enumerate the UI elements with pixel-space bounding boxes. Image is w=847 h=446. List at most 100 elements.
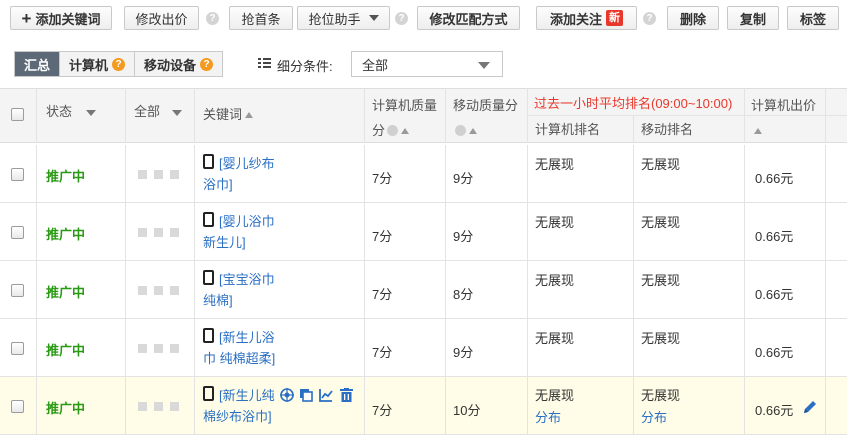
placeholder-square [138,344,147,353]
mobile-rank-distribution-link[interactable]: 分布 [641,407,667,426]
add-watch-label: 添加关注 [549,11,602,27]
help-icon[interactable] [387,125,399,136]
row-checkbox[interactable] [11,342,24,355]
sort-asc-icon [401,128,410,134]
bid-assistant-dropdown[interactable]: 抢位助手 [297,6,390,30]
grab-first-button[interactable]: 抢首条 [229,6,293,30]
add-watch-button[interactable]: 添加关注 新 [536,6,637,30]
pc-rank-value: 无展现 [535,215,575,230]
pc-quality-value: 7分 [372,403,393,418]
copy-label: 复制 [739,11,766,27]
column-divider [125,145,126,435]
row-checkbox[interactable] [11,226,24,239]
edit-pencil-icon[interactable] [802,399,818,415]
column-divider [36,145,37,435]
mobile-quality-value: 9分 [453,171,474,186]
pc-rank-distribution-link[interactable]: 分布 [535,407,561,426]
status-text: 推广中 [46,343,86,358]
row-checkbox[interactable] [11,168,24,181]
help-icon[interactable]: ? [112,57,126,71]
help-icon[interactable]: ? [643,12,656,25]
tab-summary-label: 汇总 [24,57,51,73]
column-divider [633,115,634,143]
tab-computer[interactable]: 计算机? [60,52,136,76]
keyword-line1: [婴儿浴巾 [219,214,275,229]
pc-quality-value: 7分 [372,171,393,186]
keyword-link[interactable]: [婴儿浴巾 新生儿] [203,211,275,253]
all-filter-header[interactable]: 全部 [134,101,182,120]
help-icon[interactable]: ? [395,12,408,25]
modify-match-button[interactable]: 修改匹配方式 [417,6,520,30]
column-divider [445,88,446,143]
placeholder-square [170,170,179,179]
column-divider [825,88,826,143]
subdivide-label: 细分条件: [277,59,333,74]
copy-icon[interactable] [299,388,313,402]
tab-mobile[interactable]: 移动设备? [135,52,223,76]
help-icon[interactable]: ? [206,12,219,25]
placeholder-square [170,286,179,295]
tab-mobile-label: 移动设备 [144,57,197,73]
subdivide-select-value: 全部 [362,57,389,73]
subdivide-select[interactable]: 全部 [351,51,503,77]
plus-icon: + [21,8,32,28]
delete-button[interactable]: 删除 [667,6,719,30]
keyword-line1: [婴儿纱布 [219,156,275,171]
status-text: 推广中 [46,285,86,300]
pc-quality-header[interactable]: 计算机质量 分 [372,93,437,143]
select-all-checkbox[interactable] [11,108,24,121]
pc-bid-value: 0.66元 [755,171,794,186]
copy-button[interactable]: 复制 [727,6,779,30]
keyword-header[interactable]: 关键词 [203,104,254,123]
mobile-quality-header[interactable]: 移动质量分 [453,93,518,143]
keyword-link[interactable]: [新生儿浴 巾 纯棉超柔] [203,327,275,369]
target-icon[interactable] [280,388,294,402]
pc-bid-value: 0.66元 [755,403,794,418]
delete-label: 删除 [679,11,706,27]
placeholder-square [138,402,147,411]
table-row [0,377,847,435]
chevron-down-icon [171,110,182,116]
trash-icon[interactable] [340,388,353,402]
keyword-link[interactable]: [婴儿纱布 浴巾] [203,153,275,195]
modify-bid-button[interactable]: 修改出价 [124,6,199,30]
status-header[interactable]: 状态 [46,101,96,120]
row-checkbox[interactable] [11,400,24,413]
table-row [0,319,847,377]
add-keyword-button[interactable]: + 添加关键词 [10,6,112,30]
keyword-line2: 巾 纯棉超柔] [203,351,276,366]
column-divider [744,145,745,435]
new-badge: 新 [606,10,623,26]
modify-match-label: 修改匹配方式 [429,11,508,27]
help-icon[interactable]: ? [200,57,214,71]
tab-computer-label: 计算机 [69,57,109,73]
pc-quality-header-line2: 分 [372,123,386,138]
trend-chart-icon[interactable] [319,388,333,402]
help-icon[interactable] [455,125,466,136]
mobile-quality-value: 9分 [453,345,474,360]
pc-quality-value: 7分 [372,345,393,360]
column-divider [36,88,37,143]
mobile-phone-icon [203,386,214,401]
table-row [0,145,847,203]
mobile-rank-value: 无展现 [641,157,681,172]
table-row [0,203,847,261]
pc-bid-header[interactable]: 计算机出价 [751,93,816,143]
mobile-phone-icon [203,270,214,285]
placeholder-square [170,402,179,411]
status-header-label: 状态 [46,104,73,119]
column-divider [633,145,634,435]
column-divider [194,88,195,143]
keyword-link[interactable]: [宝宝浴巾 纯棉] [203,269,275,311]
grab-first-label: 抢首条 [241,11,281,27]
row-checkbox[interactable] [11,284,24,297]
table-row [0,261,847,319]
mobile-rank-value: 无展现 [641,331,681,346]
mobile-quality-value: 9分 [453,229,474,244]
placeholder-square [138,286,147,295]
pc-quality-value: 7分 [372,229,393,244]
sort-asc-icon [754,128,762,134]
column-divider [527,145,528,435]
tag-button[interactable]: 标签 [787,6,839,30]
tab-summary[interactable]: 汇总 [15,52,61,76]
